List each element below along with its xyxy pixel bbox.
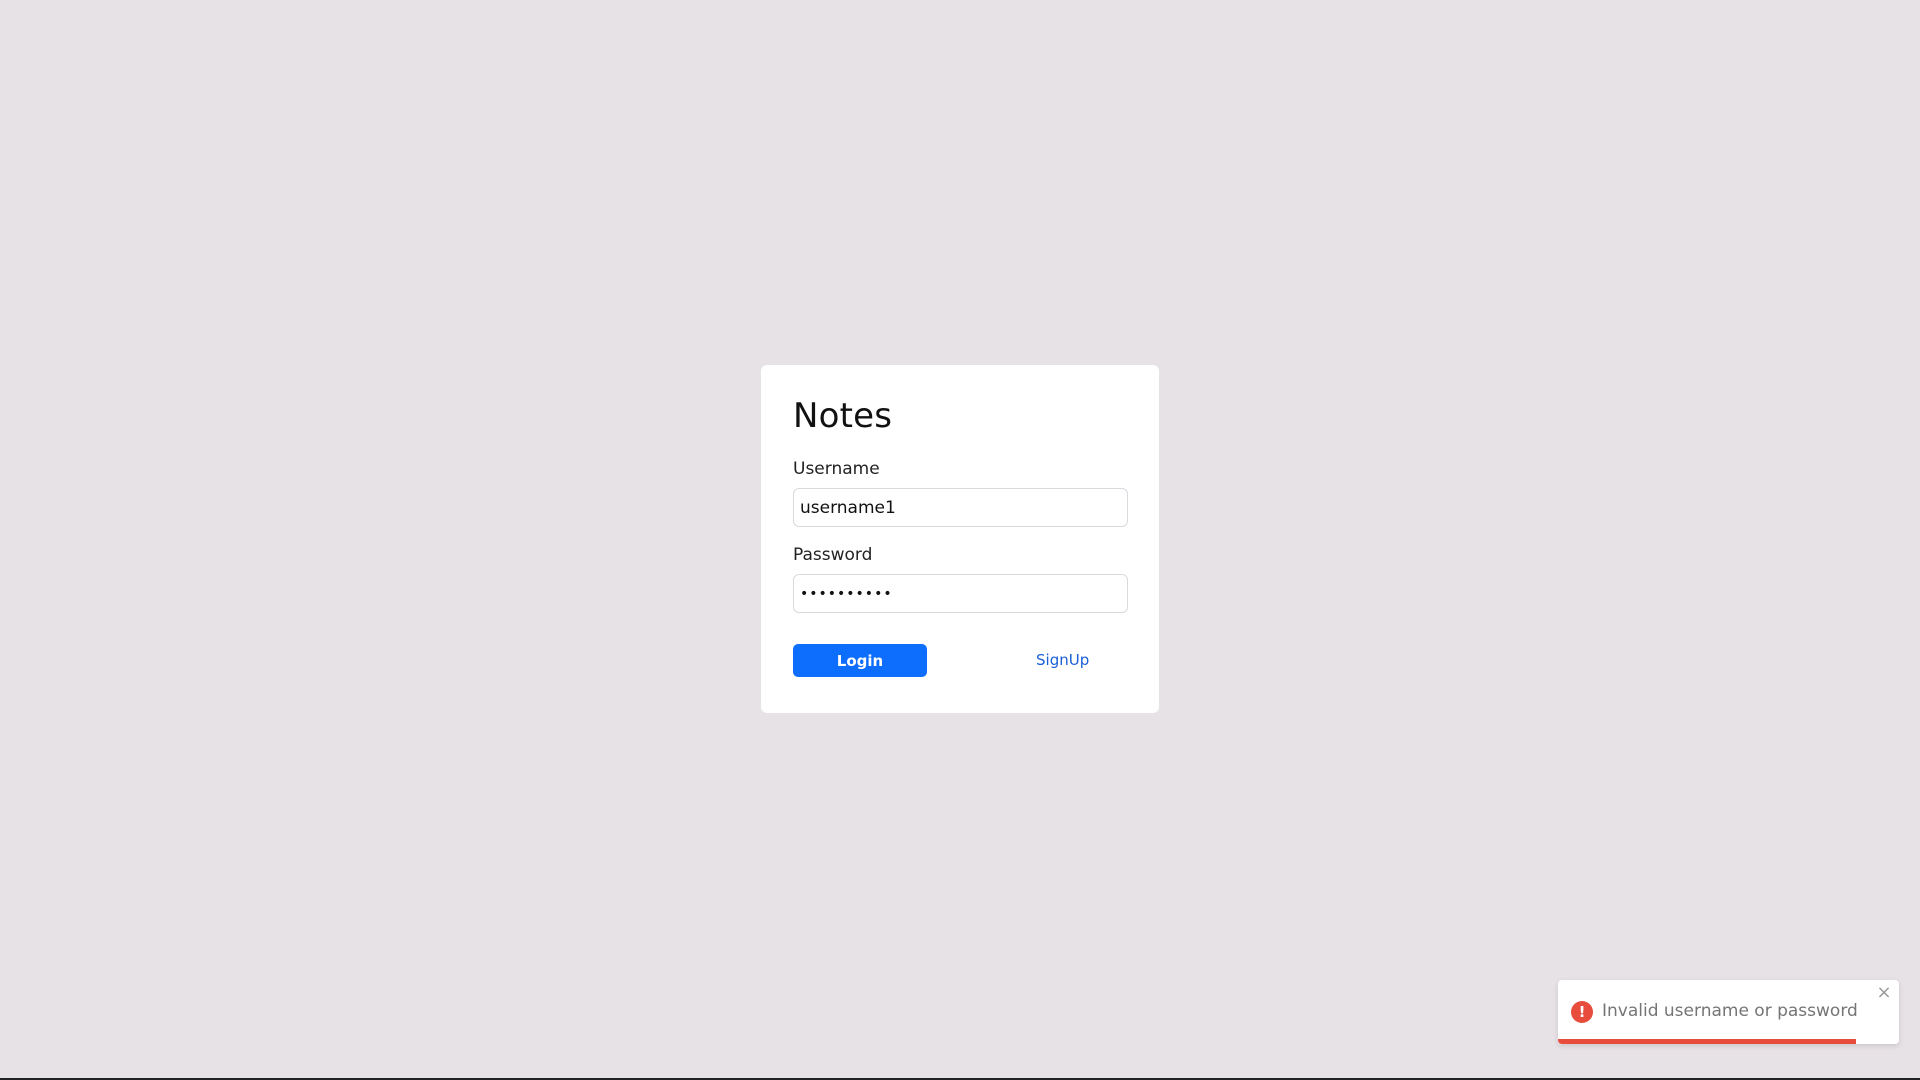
password-input[interactable] — [793, 574, 1128, 613]
form-actions: Login SignUp — [793, 644, 1127, 677]
password-label: Password — [793, 545, 873, 565]
username-label: Username — [793, 459, 880, 479]
signup-link[interactable]: SignUp — [1036, 651, 1089, 669]
error-toast: ! Invalid username or password × — [1558, 980, 1899, 1044]
toast-progress-fill — [1558, 1039, 1857, 1044]
username-input[interactable] — [793, 488, 1128, 527]
login-card: Notes Username Password Login SignUp — [761, 365, 1159, 713]
toast-message: Invalid username or password — [1602, 1001, 1858, 1021]
toast-progress-track — [1558, 1039, 1899, 1044]
login-page: Notes Username Password Login SignUp ! I… — [0, 0, 1920, 1080]
app-title: Notes — [793, 396, 893, 436]
login-button[interactable]: Login — [793, 644, 927, 677]
error-icon: ! — [1571, 1001, 1593, 1023]
close-icon[interactable]: × — [1876, 984, 1892, 1002]
